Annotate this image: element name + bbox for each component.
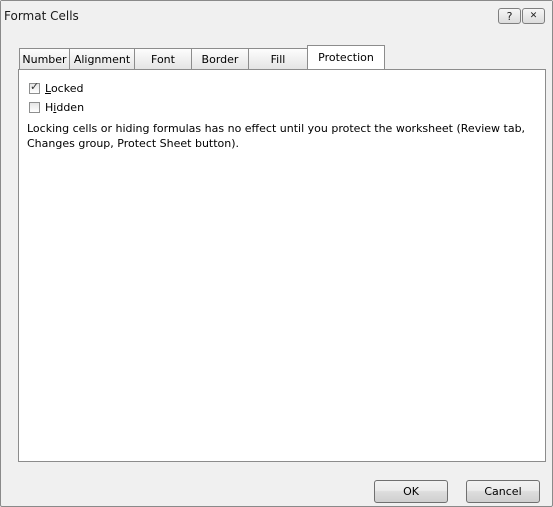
tab-alignment[interactable]: Alignment xyxy=(69,48,134,69)
tab-font[interactable]: Font xyxy=(134,48,191,69)
tab-number[interactable]: Number xyxy=(19,48,69,69)
locked-label: Locked xyxy=(45,82,84,95)
dialog-title: Format Cells xyxy=(4,9,79,23)
cancel-button[interactable]: Cancel xyxy=(466,480,540,503)
close-icon: ✕ xyxy=(529,11,538,21)
format-cells-dialog: Format Cells ? ✕ Number Alignment Font B… xyxy=(0,0,553,507)
protection-description: Locking cells or hiding formulas has no … xyxy=(27,122,526,150)
question-mark-icon: ? xyxy=(506,9,513,23)
hidden-label: Hidden xyxy=(45,101,85,114)
locked-checkbox[interactable]: ✓ xyxy=(29,80,40,94)
protection-panel: ✓ Locked Hidden Locking cells or hiding … xyxy=(18,69,546,462)
title-bar[interactable]: Format Cells ? ✕ xyxy=(1,1,552,31)
hidden-option[interactable]: Hidden xyxy=(29,101,84,114)
ok-button[interactable]: OK xyxy=(374,480,448,503)
help-button[interactable]: ? xyxy=(498,8,521,24)
checkmark-icon: ✓ xyxy=(30,80,40,93)
tab-strip: Number Alignment Font Border Fill Protec… xyxy=(19,45,385,69)
locked-option[interactable]: ✓ Locked xyxy=(29,80,84,95)
hidden-checkbox[interactable] xyxy=(29,102,40,113)
tab-fill[interactable]: Fill xyxy=(248,48,307,69)
tab-protection[interactable]: Protection xyxy=(307,45,385,69)
close-button[interactable]: ✕ xyxy=(522,8,545,24)
tab-border[interactable]: Border xyxy=(191,48,248,69)
